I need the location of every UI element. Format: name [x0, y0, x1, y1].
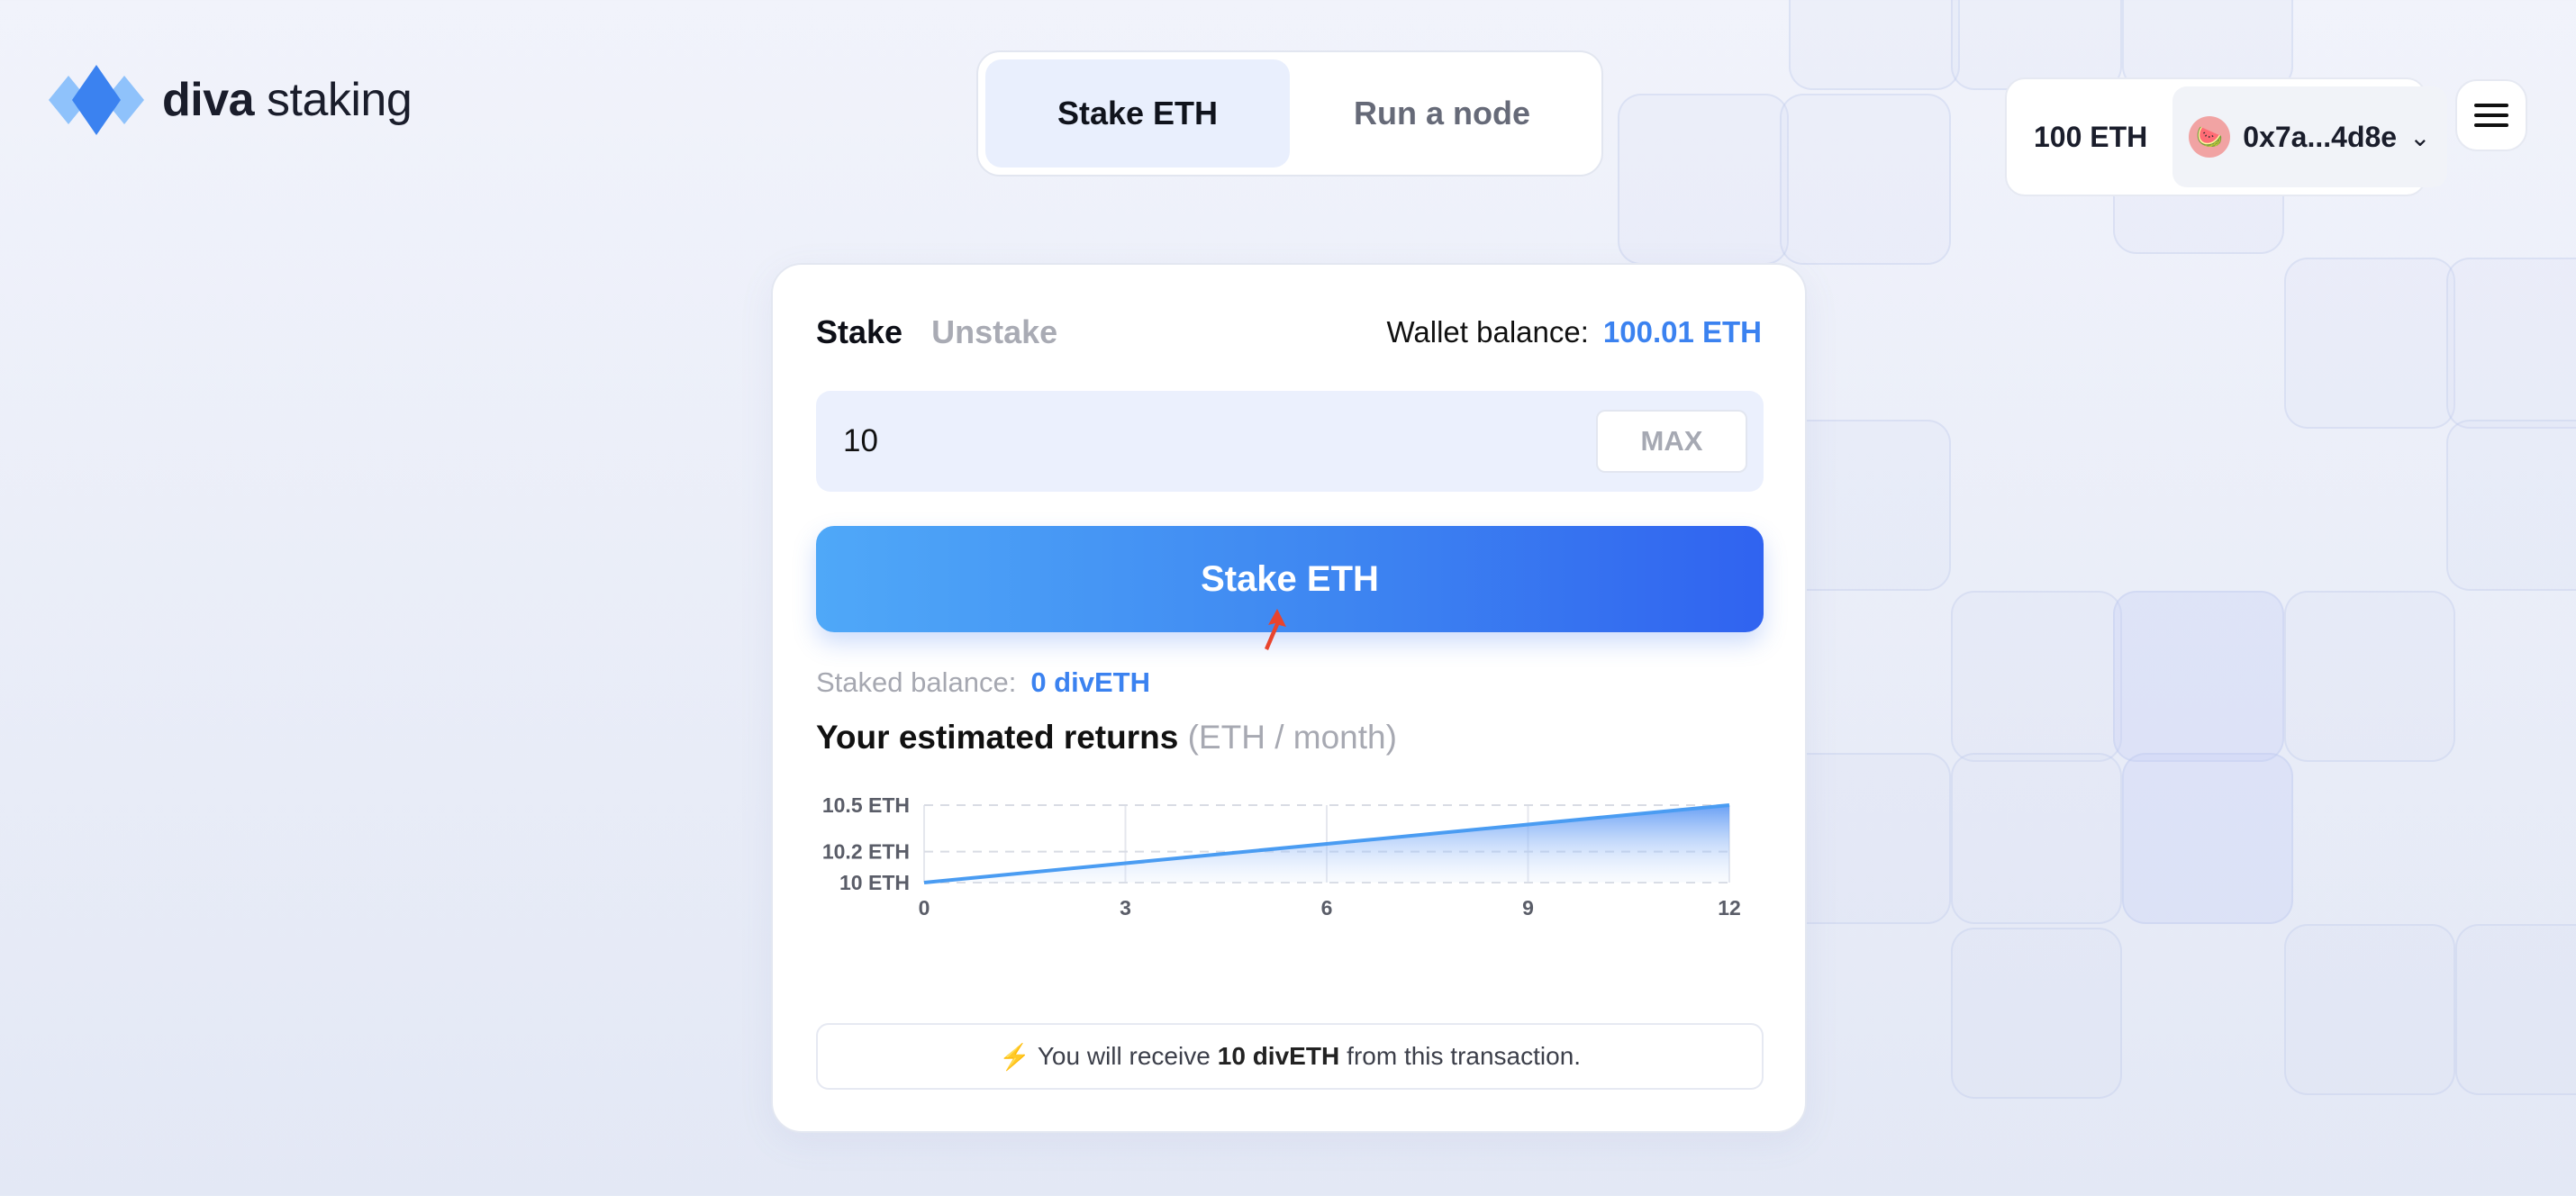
x-tick-label: 12 — [1718, 896, 1741, 920]
diva-logo-icon — [49, 65, 144, 135]
chevron-down-icon: ⌄ — [2409, 122, 2431, 151]
tab-unstake[interactable]: Unstake — [931, 313, 1057, 351]
tab-stake-eth[interactable]: Stake ETH — [985, 59, 1290, 168]
brand-name: diva staking — [162, 74, 413, 126]
menu-button[interactable] — [2455, 79, 2527, 151]
wallet-widget: 100 ETH 🍉 0x7a...4d8e ⌄ — [2005, 77, 2447, 196]
returns-unit: (ETH / month) — [1187, 719, 1397, 756]
wallet-address-button[interactable]: 🍉 0x7a...4d8e ⌄ — [2172, 86, 2447, 187]
x-tick-label: 0 — [919, 896, 930, 920]
staked-balance-label: Staked balance: — [816, 666, 1017, 698]
lightning-icon: ⚡ — [998, 1042, 1030, 1071]
avatar: 🍉 — [2189, 116, 2231, 158]
cursor-arrow-icon — [1265, 609, 1286, 650]
staked-balance-value: 0 divETH — [1030, 666, 1150, 698]
y-tick-label: 10.2 ETH — [822, 840, 910, 864]
x-tick-label: 3 — [1120, 896, 1131, 920]
y-tick-label: 10.5 ETH — [822, 793, 910, 817]
eth-balance: 100 ETH — [2034, 120, 2148, 153]
wallet-balance-value: 100.01 ETH — [1602, 315, 1762, 349]
max-button[interactable]: MAX — [1596, 410, 1747, 473]
wallet-balance: Wallet balance: 100.01 ETH — [1386, 315, 1762, 349]
x-tick-label: 9 — [1522, 896, 1534, 920]
wallet-balance-label: Wallet balance: — [1386, 315, 1589, 349]
receive-amount: 10 divETH — [1217, 1042, 1340, 1070]
stake-mode-tabs: Stake Unstake — [816, 313, 1057, 351]
returns-title: Your estimated returns (ETH / month) — [816, 719, 1397, 756]
hamburger-icon — [2474, 104, 2508, 107]
tab-run-a-node[interactable]: Run a node — [1290, 59, 1594, 168]
amount-field[interactable]: 10 MAX — [816, 391, 1764, 492]
tab-stake[interactable]: Stake — [816, 313, 903, 351]
returns-chart: 10 ETH 10.2 ETH 10.5 ETH 0 3 6 9 12 — [822, 793, 1741, 920]
x-tick-label: 6 — [1321, 896, 1333, 920]
receive-notice: ⚡ You will receive 10 divETH from this t… — [816, 1023, 1764, 1090]
wallet-address: 0x7a...4d8e — [2243, 120, 2398, 153]
stake-card: Stake Unstake Wallet balance: 100.01 ETH… — [771, 263, 1807, 1133]
amount-input[interactable]: 10 — [843, 423, 1596, 459]
main-nav-tabs: Stake ETH Run a node — [976, 50, 1603, 177]
stake-eth-button[interactable]: Stake ETH — [816, 526, 1764, 632]
y-tick-label: 10 ETH — [839, 871, 910, 894]
staked-balance: Staked balance: 0 divETH — [816, 666, 1150, 699]
brand-logo[interactable]: diva staking — [49, 65, 413, 135]
